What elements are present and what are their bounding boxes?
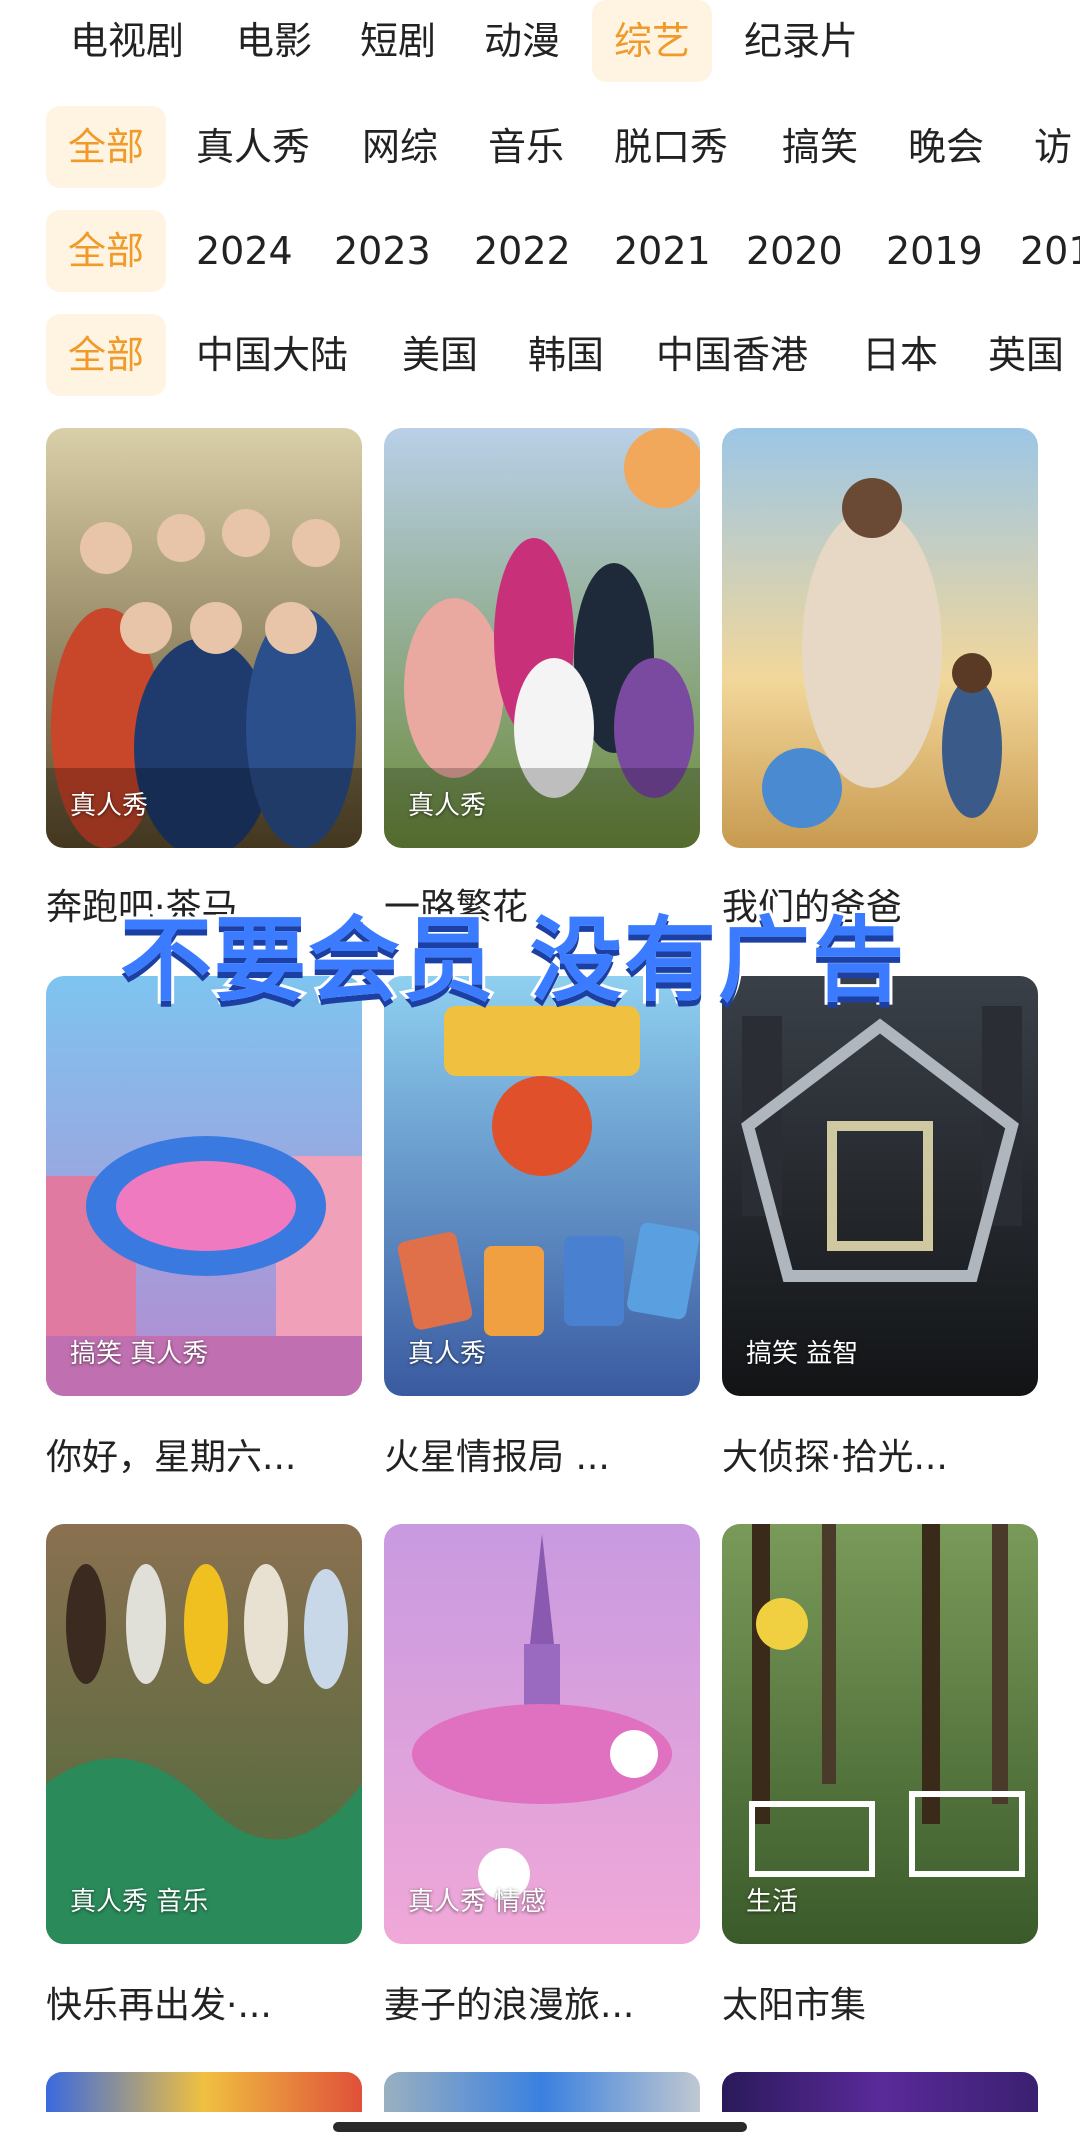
poster-image <box>722 428 1038 848</box>
filter-type-comedy[interactable]: 搞笑 <box>782 106 858 188</box>
filter-year-2024[interactable]: 2024 <box>196 210 293 292</box>
filter-type-all[interactable]: 全部 <box>46 106 167 188</box>
show-title[interactable]: 太阳市集 <box>722 1976 1042 2028</box>
filter-type-row: 全部 真人秀 网综 音乐 脱口秀 搞笑 晚会 访 <box>0 106 1080 196</box>
filter-year-2019[interactable]: 2019 <box>886 210 983 292</box>
filter-year-2020[interactable]: 2020 <box>746 210 843 292</box>
show-card-poster-partial[interactable] <box>722 2072 1038 2112</box>
show-title[interactable]: 快乐再出发·... <box>46 1976 366 2028</box>
show-card-poster[interactable]: 真人秀 <box>46 428 362 848</box>
filter-type-reality[interactable]: 真人秀 <box>196 106 310 188</box>
show-tag: 真人秀 <box>408 1339 487 1369</box>
tab-anime[interactable]: 动漫 <box>484 0 560 82</box>
show-card-poster[interactable]: 真人秀 <box>384 976 700 1396</box>
show-card-poster-partial[interactable] <box>46 2072 362 2112</box>
filter-year-201x[interactable]: 201 <box>1020 210 1080 292</box>
show-title[interactable]: 妻子的浪漫旅... <box>384 1976 704 2028</box>
show-title[interactable]: 火星情报局 ... <box>384 1428 704 1480</box>
show-title[interactable]: 大侦探·拾光... <box>722 1428 1042 1480</box>
tab-tv[interactable]: 电视剧 <box>70 0 184 82</box>
filter-year-row: 全部 2024 2023 2022 2021 2020 2019 201 <box>0 210 1080 300</box>
tab-short-drama[interactable]: 短剧 <box>360 0 436 82</box>
show-card-poster[interactable]: 真人秀 音乐 <box>46 1524 362 1944</box>
filter-type-talkshow[interactable]: 脱口秀 <box>614 106 728 188</box>
filter-region-hongkong[interactable]: 中国香港 <box>656 314 808 396</box>
filter-region-japan[interactable]: 日本 <box>862 314 938 396</box>
filter-region-all[interactable]: 全部 <box>46 314 167 396</box>
show-title[interactable]: 你好，星期六... <box>46 1428 366 1480</box>
show-card-poster[interactable]: 生活 <box>722 1524 1038 1944</box>
home-indicator[interactable] <box>333 2122 747 2132</box>
filter-type-gala[interactable]: 晚会 <box>908 106 984 188</box>
top-category-tabs: 电视剧 电影 短剧 动漫 综艺 纪录片 <box>0 0 1080 90</box>
tab-documentary[interactable]: 纪录片 <box>744 0 858 82</box>
show-tag: 真人秀 <box>408 791 487 821</box>
filter-year-2021[interactable]: 2021 <box>614 210 711 292</box>
show-tag: 搞笑 益智 <box>746 1339 859 1369</box>
show-card-poster[interactable]: 搞笑 真人秀 <box>46 976 362 1396</box>
show-card-poster[interactable]: 真人秀 情感 <box>384 1524 700 1944</box>
filter-region-mainland[interactable]: 中国大陆 <box>196 314 348 396</box>
filter-type-web[interactable]: 网综 <box>362 106 438 188</box>
filter-region-korea[interactable]: 韩国 <box>528 314 604 396</box>
filter-region-us[interactable]: 美国 <box>402 314 478 396</box>
tab-movie[interactable]: 电影 <box>236 0 312 82</box>
show-tag: 真人秀 情感 <box>408 1887 547 1917</box>
show-tag: 真人秀 <box>70 791 149 821</box>
filter-year-2022[interactable]: 2022 <box>474 210 571 292</box>
show-card-poster[interactable]: 搞笑 益智 <box>722 976 1038 1396</box>
filter-region-row: 全部 中国大陆 美国 韩国 中国香港 日本 英国 <box>0 314 1080 404</box>
filter-region-uk[interactable]: 英国 <box>988 314 1064 396</box>
filter-year-2023[interactable]: 2023 <box>334 210 431 292</box>
filter-type-music[interactable]: 音乐 <box>488 106 564 188</box>
show-card-poster-partial[interactable] <box>384 2072 700 2112</box>
show-card-poster[interactable] <box>722 428 1038 848</box>
show-card-poster[interactable]: 真人秀 <box>384 428 700 848</box>
promo-overlay-text: 不要会员 没有广告 <box>117 904 907 1017</box>
tab-variety[interactable]: 综艺 <box>592 0 713 82</box>
show-tag: 生活 <box>746 1887 799 1917</box>
show-tag: 搞笑 真人秀 <box>70 1339 209 1369</box>
filter-type-interview[interactable]: 访 <box>1034 106 1072 188</box>
filter-year-all[interactable]: 全部 <box>46 210 167 292</box>
show-tag: 真人秀 音乐 <box>70 1887 209 1917</box>
